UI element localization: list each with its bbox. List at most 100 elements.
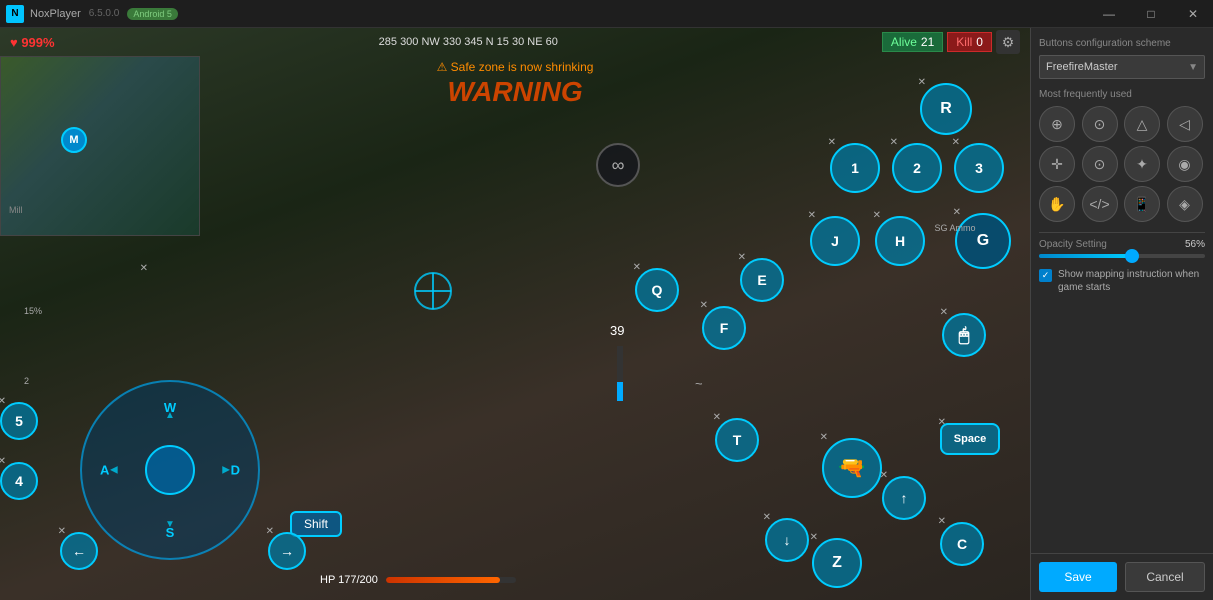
icon-crosshair2[interactable]: ✛ — [1039, 146, 1075, 182]
cancel-button[interactable]: Cancel — [1125, 562, 1205, 592]
fire-button[interactable]: 🔫 — [822, 438, 882, 498]
key-f-button[interactable]: F — [702, 306, 746, 350]
arrow-down-icon: ▼ — [165, 519, 175, 530]
key-e-button[interactable]: E — [740, 258, 784, 302]
android-badge: Android 5 — [127, 8, 178, 20]
opacity-fill — [1039, 254, 1132, 258]
key-h-button[interactable]: H — [875, 216, 925, 266]
key-g-close[interactable]: ✕ — [953, 207, 961, 218]
icon-triangle[interactable]: △ — [1124, 106, 1160, 142]
hp-label: HP 177/200 — [320, 574, 378, 586]
config-section-label: Buttons configuration scheme — [1039, 38, 1205, 49]
arrow-left-close[interactable]: ✕ — [58, 526, 66, 537]
save-button[interactable]: Save — [1039, 562, 1117, 592]
sidebar: Keyboard co... ? — □ ✕ Buttons configura… — [1030, 0, 1213, 600]
icon-eye[interactable]: ◉ — [1167, 146, 1203, 182]
key-5-button[interactable]: 5 — [0, 402, 38, 440]
key-j-close[interactable]: ✕ — [808, 210, 816, 221]
show-mapping-checkbox[interactable]: ✓ — [1039, 269, 1052, 282]
ammo-fill — [617, 382, 623, 401]
icon-code[interactable]: </> — [1082, 186, 1118, 222]
ammo-count: 39 — [610, 323, 624, 338]
arrow-down-button[interactable]: ↓ — [765, 518, 809, 562]
safe-zone-warning: ⚠ Safe zone is now shrinking — [250, 60, 780, 74]
icon-crosshair[interactable]: ⊕ — [1039, 106, 1075, 142]
arrow-up-button[interactable]: ↑ — [882, 476, 926, 520]
icon-triangle2[interactable]: ◁ — [1167, 106, 1203, 142]
pct-15: 15% — [24, 306, 42, 316]
key-4-close[interactable]: ✕ — [0, 456, 6, 467]
key-h-close[interactable]: ✕ — [873, 210, 881, 221]
kill-count: 0 — [976, 35, 983, 49]
key-c-close[interactable]: ✕ — [938, 516, 946, 527]
key-e-close[interactable]: ✕ — [738, 252, 746, 263]
key-r-button[interactable]: R — [920, 83, 972, 135]
icon-mouse[interactable]: ⊙ — [1082, 106, 1118, 142]
app-name: NoxPlayer — [30, 8, 81, 20]
warning-box: ⚠ Safe zone is now shrinking WARNING — [250, 60, 780, 108]
key-3-close[interactable]: ✕ — [952, 137, 960, 148]
arrow-left-button[interactable]: ← — [60, 532, 98, 570]
opacity-track[interactable] — [1039, 254, 1205, 258]
icon-gun[interactable]: ⊙ — [1082, 146, 1118, 182]
key-f-close[interactable]: ✕ — [700, 300, 708, 311]
pct-2: 2 — [24, 376, 29, 386]
arrow-right-close[interactable]: ✕ — [266, 526, 274, 537]
shift-button[interactable]: Shift — [290, 511, 342, 537]
key-z-button[interactable]: Z — [812, 538, 862, 588]
key-g-button[interactable]: G — [955, 213, 1011, 269]
key-r-close[interactable]: ✕ — [918, 77, 926, 88]
maximize-button[interactable]: □ — [1131, 0, 1171, 28]
key-1-close[interactable]: ✕ — [828, 137, 836, 148]
show-mapping-label: Show mapping instruction when game start… — [1058, 268, 1205, 294]
icon-star[interactable]: ✦ — [1124, 146, 1160, 182]
icon-phone[interactable]: 📱 — [1124, 186, 1160, 222]
crosshair-container — [411, 269, 455, 313]
key-4-button[interactable]: 4 — [0, 462, 38, 500]
shift-close-icon[interactable]: ✕ — [140, 263, 148, 274]
key-t-close[interactable]: ✕ — [713, 412, 721, 423]
alive-count: 21 — [921, 35, 934, 49]
mouse-btn-close[interactable]: ✕ — [940, 307, 948, 318]
key-j-button[interactable]: J — [810, 216, 860, 266]
key-z-close[interactable]: ✕ — [810, 532, 818, 543]
opacity-thumb[interactable] — [1125, 249, 1139, 263]
close-button[interactable]: ✕ — [1173, 0, 1213, 28]
hud-top: ♥ 999% 285 300 NW 330 345 N 15 30 NE 60 … — [0, 28, 1030, 56]
kill-display: Kill 0 — [947, 32, 992, 52]
infinite-button[interactable]: ∞ — [596, 143, 640, 187]
settings-button[interactable]: ⚙ — [996, 30, 1020, 54]
opacity-label: Opacity Setting — [1039, 239, 1107, 250]
key-q-close[interactable]: ✕ — [633, 262, 641, 273]
key-c-button[interactable]: C — [940, 522, 984, 566]
key-2-button[interactable]: 2 — [892, 143, 942, 193]
joystick-container[interactable]: W S A D ▲ ▼ ◀ ▶ — [80, 380, 260, 560]
key-2-close[interactable]: ✕ — [890, 137, 898, 148]
space-button[interactable]: Space — [940, 423, 1000, 455]
alive-label: Alive — [891, 35, 917, 49]
joystick-inner[interactable] — [145, 445, 195, 495]
fire-btn-close[interactable]: ✕ — [820, 432, 828, 443]
opacity-section: Opacity Setting 56% — [1039, 239, 1205, 258]
mouse-button[interactable]: 🖱 — [942, 313, 986, 357]
arrow-right-button[interactable]: → — [268, 532, 306, 570]
app-version: 6.5.0.0 — [89, 8, 120, 19]
arrow-down-btn-close[interactable]: ✕ — [763, 512, 771, 523]
window-controls: — □ ✕ — [1089, 0, 1213, 28]
config-select[interactable]: FreefireMaster ▼ — [1039, 55, 1205, 79]
hp-fill — [386, 577, 500, 583]
show-mapping-row: ✓ Show mapping instruction when game sta… — [1039, 268, 1205, 294]
kill-label: Kill — [956, 35, 972, 49]
icon-map[interactable]: ◈ — [1167, 186, 1203, 222]
key-t-button[interactable]: T — [715, 418, 759, 462]
arrow-up-btn-close[interactable]: ✕ — [880, 470, 888, 481]
joystick-outer[interactable]: W S A D ▲ ▼ ◀ ▶ — [80, 380, 260, 560]
hud-status: Alive 21 Kill 0 ⚙ — [882, 30, 1020, 54]
key-1-button[interactable]: 1 — [830, 143, 880, 193]
warning-text: WARNING — [250, 76, 780, 108]
icon-hand[interactable]: ✋ — [1039, 186, 1075, 222]
minimize-button[interactable]: — — [1089, 0, 1129, 28]
key-5-close[interactable]: ✕ — [0, 396, 6, 407]
key-q-button[interactable]: Q — [635, 268, 679, 312]
key-3-button[interactable]: 3 — [954, 143, 1004, 193]
